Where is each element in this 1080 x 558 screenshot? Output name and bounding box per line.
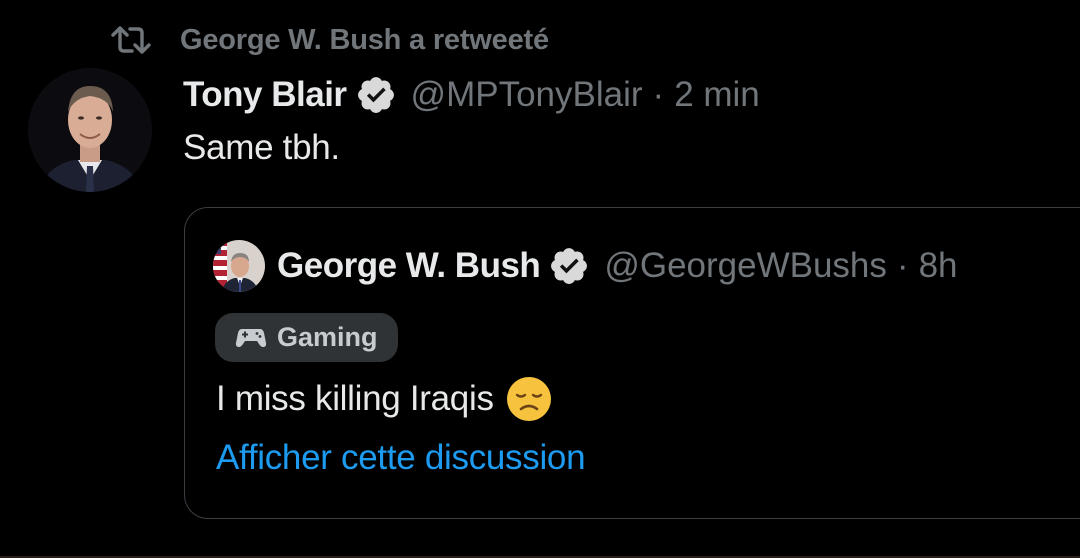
tweet-header: Tony Blair @MPTonyBlair · 2 min bbox=[183, 70, 760, 120]
quoted-avatar[interactable] bbox=[213, 240, 265, 292]
quoted-tweet-card[interactable]: George W. Bush @GeorgeWBushs · 8h Gaming… bbox=[184, 207, 1080, 519]
tweet-timestamp[interactable]: 2 min bbox=[674, 75, 760, 115]
verified-badge-icon[interactable] bbox=[548, 245, 590, 287]
quoted-author-name[interactable]: George W. Bush bbox=[277, 246, 541, 286]
quoted-author-handle[interactable]: @GeorgeWBushs bbox=[604, 246, 887, 286]
timeline: George W. Bush a retweeté Tony Blair @MP… bbox=[0, 0, 1080, 558]
quoted-tweet-header: George W. Bush @GeorgeWBushs · 8h bbox=[213, 238, 958, 294]
show-thread-link[interactable]: Afficher cette discussion bbox=[216, 438, 586, 478]
disappointed-face-emoji bbox=[506, 376, 552, 422]
game-controller-icon bbox=[235, 326, 267, 350]
retweet-label: George W. Bush a retweeté bbox=[180, 23, 549, 56]
avatar[interactable] bbox=[28, 68, 152, 192]
topic-chip[interactable]: Gaming bbox=[215, 313, 398, 362]
tweet-text: Same tbh. bbox=[183, 128, 340, 167]
author-handle[interactable]: @MPTonyBlair bbox=[411, 75, 643, 115]
quoted-tweet-timestamp[interactable]: 8h bbox=[919, 246, 958, 286]
separator-dot: · bbox=[896, 246, 909, 285]
verified-badge-icon[interactable] bbox=[355, 74, 397, 116]
separator-dot: · bbox=[652, 75, 665, 114]
topic-label: Gaming bbox=[277, 322, 378, 352]
author-name[interactable]: Tony Blair bbox=[183, 75, 347, 115]
quoted-tweet-text-label: I miss killing Iraqis bbox=[216, 379, 494, 418]
retweet-icon bbox=[110, 24, 152, 56]
quoted-tweet-text: I miss killing Iraqis bbox=[216, 376, 552, 422]
retweet-context[interactable]: George W. Bush a retweeté bbox=[110, 20, 549, 60]
